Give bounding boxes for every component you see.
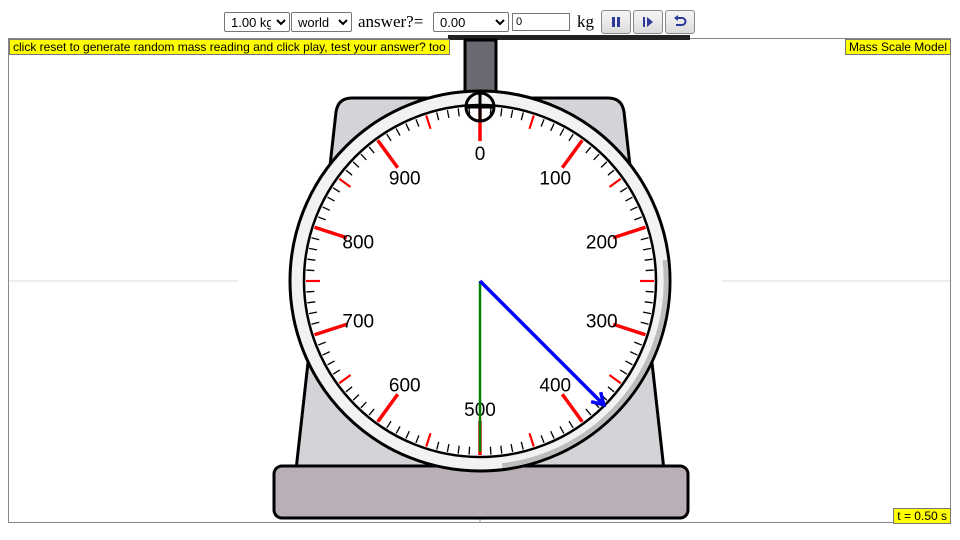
dial-label: 700 [342,312,374,333]
minor-tick [489,446,492,455]
dial-label: 900 [389,168,421,189]
minor-tick [306,269,315,272]
instruction-badge: click reset to generate random mass read… [9,39,450,55]
title-badge: Mass Scale Model [844,39,951,55]
dial-label: 300 [586,312,618,333]
minor-tick [645,269,654,272]
dial-label: 200 [586,232,618,253]
minor-tick [645,290,654,293]
dial-label: 100 [539,168,571,189]
scale-scene: 0100200300400500600700800900 [9,35,950,523]
dial-label: 800 [342,232,374,253]
dial-label: 600 [389,376,421,397]
dial-label: 0 [475,144,486,165]
minor-tick [468,446,471,455]
scale-post [463,38,498,100]
time-badge: t = 0.50 s [893,508,951,524]
minor-tick [306,290,315,293]
dial-label: 400 [539,376,571,397]
scale-base [272,464,690,520]
